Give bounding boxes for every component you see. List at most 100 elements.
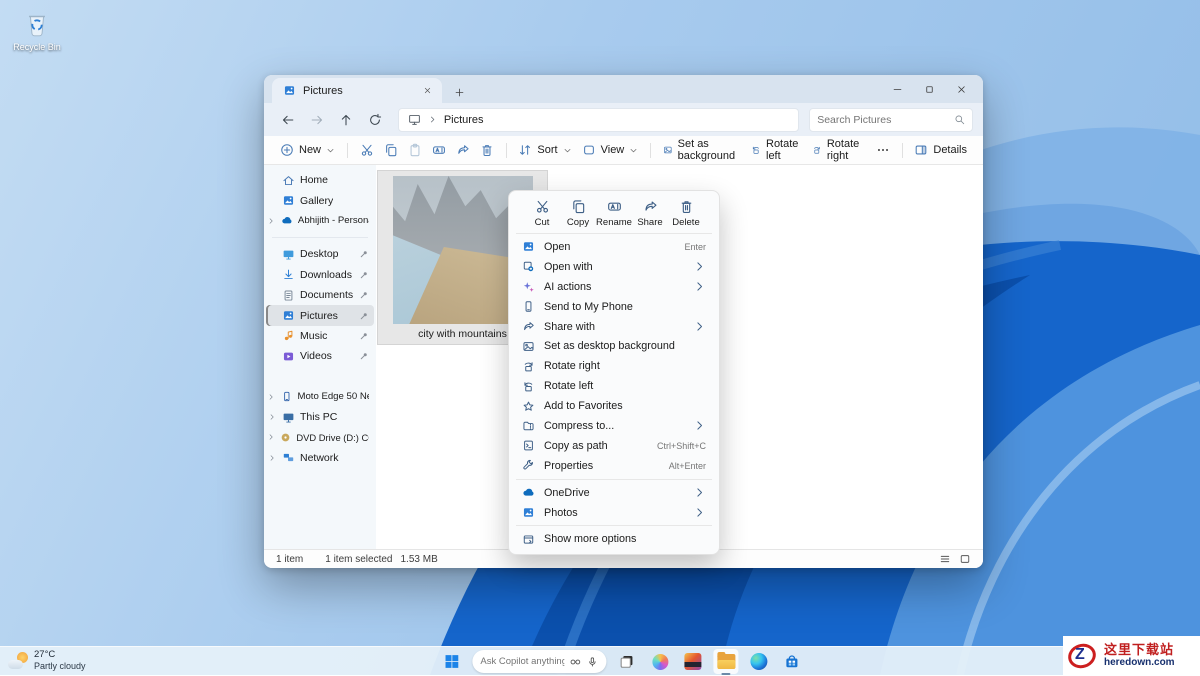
sidebar-item-dvd-drive[interactable]: DVD Drive (D:) CCC bbox=[266, 427, 374, 447]
list-view-icon[interactable] bbox=[939, 553, 951, 565]
sort-icon bbox=[518, 143, 532, 157]
sidebar-item-videos[interactable]: Videos bbox=[266, 346, 374, 366]
sidebar-item-desktop[interactable]: Desktop bbox=[266, 244, 374, 264]
downloads-icon bbox=[282, 268, 295, 281]
menu-item-compress-to[interactable]: Compress to... bbox=[513, 416, 715, 436]
weather-widget[interactable]: 27°C Partly cloudy bbox=[8, 646, 86, 675]
breadcrumb[interactable]: Pictures bbox=[444, 114, 484, 126]
sidebar-item-downloads[interactable]: Downloads bbox=[266, 265, 374, 285]
pin-icon bbox=[359, 311, 369, 321]
task-view-button[interactable] bbox=[614, 649, 639, 674]
rotate-left-button[interactable]: Rotate left bbox=[746, 138, 807, 162]
sidebar-item-music[interactable]: Music bbox=[266, 326, 374, 346]
menu-item-rotate-right[interactable]: Rotate right bbox=[513, 356, 715, 376]
copy-button[interactable] bbox=[379, 138, 403, 162]
share-button[interactable] bbox=[451, 138, 475, 162]
sidebar-item-onedrive[interactable]: Abhijith - Personal bbox=[266, 211, 374, 231]
expand-chevron-icon[interactable] bbox=[266, 413, 277, 421]
photos-app-button[interactable] bbox=[680, 649, 705, 674]
menu-item-copy-as-path[interactable]: Copy as path Ctrl+Shift+C bbox=[513, 436, 715, 456]
large-icons-view-icon[interactable] bbox=[959, 553, 971, 565]
watermark-site-url: heredown.com bbox=[1104, 657, 1175, 668]
store-button[interactable] bbox=[779, 649, 804, 674]
more-options-button[interactable] bbox=[871, 138, 895, 162]
cut-menu-button[interactable]: Cut bbox=[525, 199, 559, 228]
copy-menu-button[interactable]: Copy bbox=[561, 199, 595, 228]
sidebar-item-network[interactable]: Network bbox=[266, 448, 374, 468]
close-button[interactable] bbox=[945, 76, 977, 102]
delete-button[interactable] bbox=[475, 138, 499, 162]
menu-item-photos[interactable]: Photos bbox=[513, 503, 715, 523]
this-pc-icon bbox=[282, 411, 295, 424]
new-tab-button[interactable] bbox=[454, 87, 465, 98]
maximize-button[interactable] bbox=[913, 76, 945, 102]
menu-item-ai-actions[interactable]: AI actions bbox=[513, 277, 715, 297]
tab-pictures[interactable]: Pictures bbox=[272, 78, 442, 103]
recycle-bin-shortcut[interactable]: Recycle Bin bbox=[7, 8, 67, 52]
menu-item-add-to-favorites[interactable]: Add to Favorites bbox=[513, 396, 715, 416]
sidebar-item-this-pc[interactable]: This PC bbox=[266, 407, 374, 427]
menu-item-set-as-desktop-background[interactable]: Set as desktop background bbox=[513, 336, 715, 356]
file-explorer-icon bbox=[717, 654, 735, 669]
copilot-search-box[interactable] bbox=[472, 650, 606, 673]
chevron-right-icon bbox=[428, 115, 437, 124]
menu-divider bbox=[516, 479, 712, 480]
edge-button[interactable] bbox=[746, 649, 771, 674]
cut-button[interactable] bbox=[355, 138, 379, 162]
menu-item-open-with[interactable]: Open with bbox=[513, 257, 715, 277]
delete-menu-button[interactable]: Delete bbox=[669, 199, 703, 228]
minimize-button[interactable] bbox=[881, 76, 913, 102]
shortcut-hint: Alt+Enter bbox=[669, 461, 706, 471]
videos-icon bbox=[282, 350, 295, 363]
vision-goggles-icon[interactable] bbox=[569, 656, 581, 668]
menu-divider bbox=[516, 525, 712, 526]
up-button[interactable] bbox=[332, 107, 361, 133]
weather-icon bbox=[8, 652, 28, 670]
expand-chevron-icon[interactable] bbox=[266, 454, 277, 462]
paste-button[interactable] bbox=[403, 138, 427, 162]
view-button[interactable]: View bbox=[577, 138, 644, 162]
search-input[interactable] bbox=[817, 114, 954, 126]
copilot-button[interactable] bbox=[647, 649, 672, 674]
menu-item-show-more-options[interactable]: Show more options bbox=[513, 529, 715, 549]
search-box[interactable] bbox=[809, 108, 973, 132]
menu-item-rotate-left[interactable]: Rotate left bbox=[513, 376, 715, 396]
rename-menu-button[interactable]: Rename bbox=[597, 199, 631, 228]
refresh-button[interactable] bbox=[361, 107, 390, 133]
sidebar-item-pictures[interactable]: Pictures bbox=[266, 305, 374, 325]
rename-button[interactable] bbox=[427, 138, 451, 162]
details-button[interactable]: Details bbox=[909, 138, 972, 162]
expand-chevron-icon[interactable] bbox=[266, 433, 275, 441]
tab-close-button[interactable] bbox=[418, 82, 436, 100]
onedrive-cloud-icon bbox=[522, 486, 535, 499]
menu-item-open[interactable]: Open Enter bbox=[513, 237, 715, 257]
weather-temperature: 27°C bbox=[34, 650, 86, 661]
chevron-down-icon bbox=[326, 146, 335, 155]
file-explorer-button[interactable] bbox=[713, 649, 738, 674]
new-button[interactable]: New bbox=[275, 138, 340, 162]
back-button[interactable] bbox=[274, 107, 303, 133]
share-menu-button[interactable]: Share bbox=[633, 199, 667, 228]
address-bar[interactable]: Pictures bbox=[398, 108, 799, 132]
copy-path-icon bbox=[522, 439, 535, 452]
toolbar-separator bbox=[902, 143, 903, 158]
menu-item-share-with[interactable]: Share with bbox=[513, 317, 715, 337]
forward-button[interactable] bbox=[303, 107, 332, 133]
sidebar-item-phone[interactable]: Moto Edge 50 Neo bbox=[266, 387, 374, 407]
menu-item-onedrive[interactable]: OneDrive bbox=[513, 483, 715, 503]
sort-button[interactable]: Sort bbox=[513, 138, 576, 162]
copilot-input[interactable] bbox=[480, 656, 564, 667]
menu-item-properties[interactable]: Properties Alt+Enter bbox=[513, 456, 715, 476]
sidebar-item-gallery[interactable]: Gallery bbox=[266, 190, 374, 210]
submenu-chevron-icon bbox=[693, 320, 706, 333]
microphone-icon[interactable] bbox=[586, 656, 598, 668]
expand-chevron-icon[interactable] bbox=[266, 217, 276, 225]
menu-item-send-to-phone[interactable]: Send to My Phone bbox=[513, 297, 715, 317]
sidebar-item-documents[interactable]: Documents bbox=[266, 285, 374, 305]
sidebar-item-home[interactable]: Home bbox=[266, 170, 374, 190]
rotate-right-button[interactable]: Rotate right bbox=[807, 138, 870, 162]
expand-chevron-icon[interactable] bbox=[266, 393, 276, 401]
sidebar-item-label: DVD Drive (D:) CCC bbox=[296, 432, 369, 443]
start-button[interactable] bbox=[439, 649, 464, 674]
set-as-background-button[interactable]: Set as background bbox=[658, 138, 746, 162]
